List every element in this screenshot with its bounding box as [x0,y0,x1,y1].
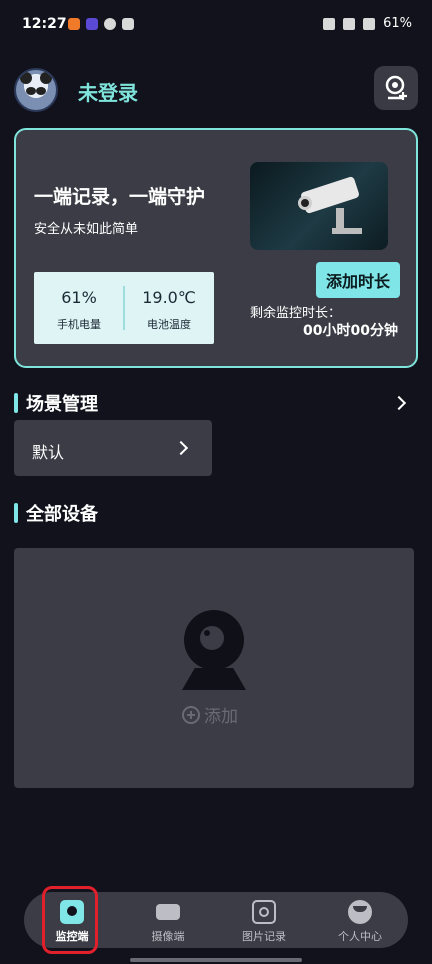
battery-percentage: 61% [383,16,412,31]
webcam-icon [182,610,246,690]
avatar-eye-left [26,87,36,95]
security-camera-mount [336,208,344,230]
avatar[interactable] [14,68,58,112]
scene-item-default[interactable]: 默认 [14,420,212,476]
all-devices-header: 全部设备 [14,500,418,528]
status-bar: 12:27 61% [0,0,432,48]
plus-circle-icon [182,705,200,724]
tab-photo-record[interactable]: 图片记录 [224,892,304,948]
dnd-icon [104,18,116,30]
phone-battery-value: 61% [61,288,97,307]
security-camera-base [332,228,362,234]
battery-temperature-label: 电池温度 [147,318,191,331]
video-app-icon [86,18,98,30]
app-notification-icon [68,18,80,30]
wifi-icon [363,17,376,30]
status-right: 61% [323,16,412,31]
chevron-right-icon[interactable] [391,395,407,411]
phone-battery-label: 手机电量 [57,318,101,331]
scene-name: 默认 [32,443,65,462]
login-status-label[interactable]: 未登录 [78,77,138,106]
add-device-label: 添加 [204,707,238,727]
scene-management-header[interactable]: 场景管理 [14,390,418,418]
add-camera-button[interactable] [374,66,418,110]
security-camera-image [250,162,388,250]
all-devices-title: 全部设备 [26,504,98,525]
webcam-lens [200,626,224,650]
add-duration-button[interactable]: 添加时长 [316,262,400,298]
alarm-icon [323,17,336,30]
tab-camera[interactable]: 摄像端 [128,892,208,948]
home-indicator[interactable] [130,958,302,962]
tab-profile[interactable]: 个人中心 [320,892,400,948]
scene-management-title: 场景管理 [26,394,98,415]
monitor-promo-card: 一端记录，一端守护 安全从未如此简单 61% 手机电量 19.0℃ 电池温度 添… [14,128,418,368]
promo-title: 一端记录，一端守护 [34,186,206,208]
remaining-time-value: 00小时00分钟 [303,323,398,339]
tab-camera-label: 摄像端 [151,930,185,943]
phone-battery-stat: 61% 手机电量 [34,272,124,344]
battery-temperature-stat: 19.0℃ 电池温度 [124,272,214,344]
add-device-panel[interactable]: 添加 [14,548,414,788]
device-stats-panel: 61% 手机电量 19.0℃ 电池温度 [34,272,214,344]
security-camera-lens [298,196,312,210]
signal-icon [343,17,356,30]
avatar-eye-right [36,87,46,95]
promo-subtitle: 安全从未如此简单 [34,222,139,237]
add-device-button[interactable]: 添加 [182,702,238,727]
remaining-time-label: 剩余监控时长： [250,306,342,321]
avatar-ear-right [40,72,52,84]
tab-photo-record-label: 图片记录 [242,930,286,943]
section-accent-bar [14,503,18,523]
nfc-icon [122,18,134,30]
header: 未登录 [0,66,432,114]
avatar-ear-left [20,72,32,84]
tab-profile-label: 个人中心 [338,930,382,943]
camera-icon [156,904,180,920]
notification-icons [68,18,134,30]
profile-icon [348,900,372,924]
battery-temperature-value: 19.0℃ [142,288,196,307]
photo-record-icon [252,900,276,924]
webcam-base [182,668,246,690]
chevron-right-icon [173,440,189,456]
webcam-add-icon [385,75,407,100]
webcam-lens-dot [204,630,210,636]
status-time: 12:27 [22,16,67,32]
active-tab-highlight [42,886,98,954]
section-accent-bar [14,393,18,413]
